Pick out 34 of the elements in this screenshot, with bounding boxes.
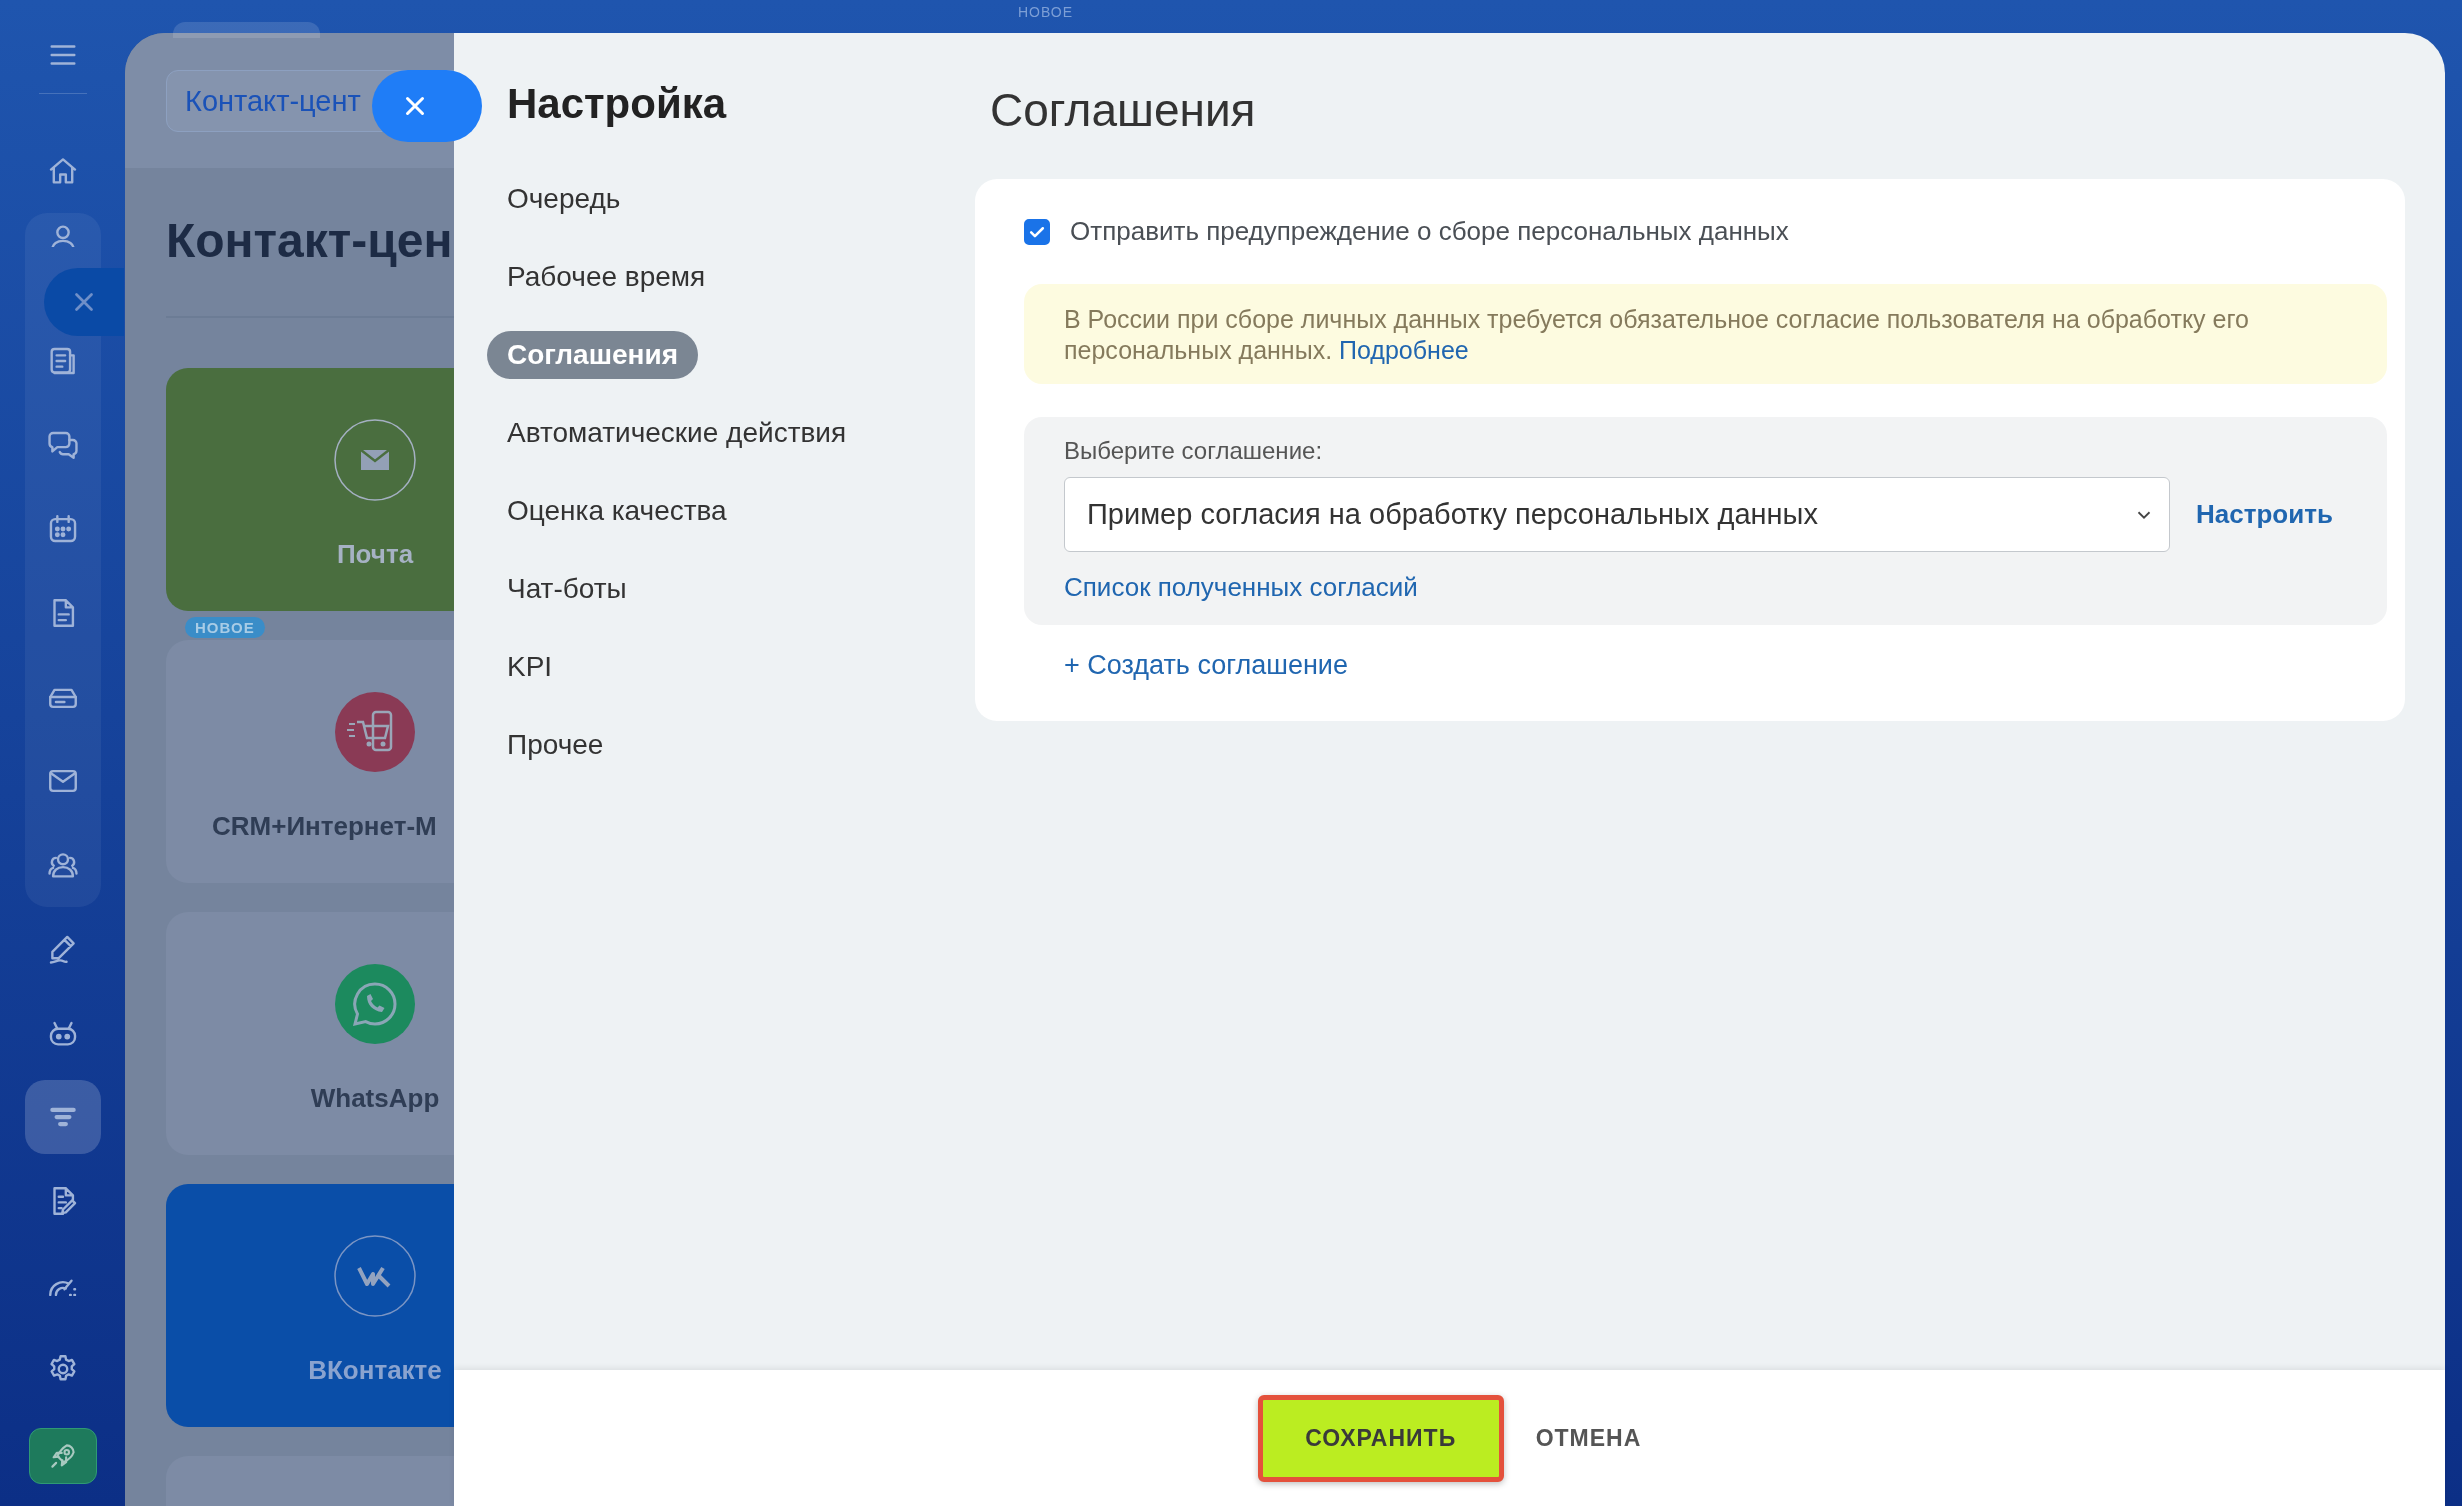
envelope-icon (333, 418, 417, 502)
settings-menu-item[interactable]: Оценка качества (487, 487, 747, 535)
phone-bubble-icon (333, 962, 417, 1046)
settings-menu-item[interactable]: KPI (487, 643, 573, 691)
card-label: WhatsApp (310, 1082, 440, 1115)
settings-title: Настройка (507, 79, 728, 129)
settings-menu-item[interactable]: Чат-боты (487, 565, 647, 613)
settings-menu-item[interactable]: Автоматические действия (487, 409, 867, 457)
sidebar-button[interactable] (24, 1080, 101, 1154)
agreement-select[interactable]: Пример согласия на обработку персональных данных (1064, 477, 2170, 552)
cancel-button[interactable]: ОТМЕНА (1535, 1424, 1642, 1452)
settings-menu-item[interactable]: Прочее (487, 721, 624, 769)
logo-icon (333, 1234, 417, 1318)
more-link[interactable]: Подробнее (1339, 336, 1469, 364)
settings-menu-item[interactable]: Соглашения (487, 331, 699, 379)
checkbox-label: Отправить предупреждение о сборе персональных данных (1070, 216, 1789, 247)
notice-text: В России при сборе личных данных требуется обязательное согласие пользователя на обработку его персональных данных. Подробнее (1064, 304, 2250, 366)
create-agreement-link[interactable]: + Создать соглашение (1064, 650, 1348, 681)
field-label: Выберите соглашение: (1064, 437, 1324, 465)
card-label: ВКонтакте (308, 1354, 442, 1387)
card-label: Почта (336, 538, 414, 571)
card-label: CRM+Интернет-М (212, 810, 437, 843)
save-button[interactable]: СОХРАНИТЬ (1257, 1394, 1504, 1482)
page-title: Контакт-цен (166, 213, 454, 269)
new-label: НОВОЕ (1018, 4, 1074, 20)
settings-menu-item[interactable]: Очередь (487, 175, 641, 223)
configure-link[interactable]: Настроить (2196, 499, 2333, 530)
settings-menu-item[interactable]: Рабочее время (487, 253, 726, 301)
consents-list-link[interactable]: Список полученных согласий (1064, 572, 1418, 603)
section-heading: Соглашения (990, 83, 1257, 137)
checkbox[interactable] (1024, 218, 1050, 245)
rocket-button[interactable] (28, 1428, 97, 1484)
new-badge: НОВОЕ (185, 617, 265, 638)
cart-icon (333, 690, 417, 774)
